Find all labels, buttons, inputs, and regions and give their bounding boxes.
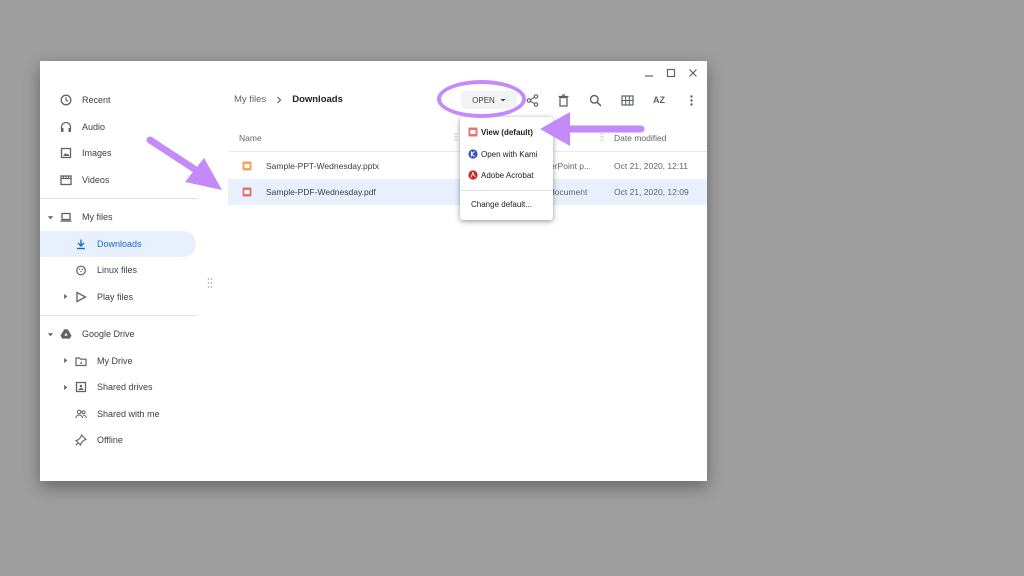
close-icon[interactable]	[685, 65, 701, 81]
chevron-right-icon[interactable]	[61, 383, 69, 391]
pin-icon	[75, 434, 87, 447]
people-icon	[75, 408, 87, 420]
sidebar-item-label: Shared drives	[97, 382, 153, 393]
file-type: erPoint p...	[550, 161, 592, 171]
column-resize-icon[interactable]	[600, 132, 604, 142]
maximize-icon[interactable]	[663, 65, 679, 81]
sidebar-item-offline[interactable]: Offline	[40, 427, 200, 454]
folder-drive-icon	[75, 355, 87, 367]
menu-item-open-with-kami[interactable]: Open with Kami	[460, 144, 553, 164]
more-vert-icon[interactable]	[684, 93, 698, 107]
menu-item-label: Change default...	[471, 199, 532, 209]
sidebar-item-label: Offline	[97, 435, 123, 446]
sidebar-item-shared-drives[interactable]: Shared drives	[40, 374, 200, 401]
chevron-down-icon[interactable]	[46, 330, 54, 338]
menu-item-change-default[interactable]: Change default...	[460, 194, 553, 214]
file-name: Sample-PPT-Wednesday.pptx	[266, 161, 380, 171]
slides-file-icon	[242, 161, 252, 171]
sidebar-resize-handle[interactable]	[207, 276, 213, 288]
sidebar-item-label: My files	[82, 212, 113, 223]
sidebar-item-videos[interactable]: Videos	[40, 167, 200, 194]
sidebar-item-audio[interactable]: Audio	[40, 114, 200, 141]
pdf-file-icon	[242, 187, 252, 197]
sidebar-item-images[interactable]: Images	[40, 140, 200, 167]
headphones-icon	[60, 121, 72, 133]
menu-item-label: Adobe Acrobat	[481, 170, 534, 180]
chevron-right-icon[interactable]	[61, 293, 69, 301]
chevron-right-icon[interactable]	[61, 357, 69, 365]
sidebar-item-label: Images	[82, 148, 112, 159]
video-icon	[60, 174, 72, 186]
sidebar-item-recent[interactable]: Recent	[40, 87, 200, 114]
column-header-name[interactable]: Name	[239, 133, 262, 143]
menu-item-adobe-acrobat[interactable]: Adobe Acrobat	[460, 165, 553, 185]
image-icon	[60, 147, 72, 159]
search-icon[interactable]	[588, 93, 602, 107]
chevron-down-icon[interactable]	[46, 213, 54, 221]
window-controls	[641, 65, 701, 81]
files-app-window: Recent Audio Images Videos My files Down…	[40, 61, 707, 481]
sidebar-divider	[40, 198, 198, 199]
open-with-menu: View (default) Open with Kami Adobe Acro…	[460, 117, 553, 220]
file-name: Sample-PDF-Wednesday.pdf	[266, 187, 376, 197]
share-icon[interactable]	[525, 93, 539, 107]
file-date: Oct 21, 2020, 12:11	[614, 161, 689, 171]
sort-az-icon[interactable]: AZ	[652, 93, 666, 107]
breadcrumb: My files Downloads	[234, 94, 343, 105]
menu-item-label: Open with Kami	[481, 149, 538, 159]
sidebar-item-label: Videos	[82, 174, 110, 185]
sidebar-item-my-files[interactable]: My files	[40, 204, 200, 231]
pdf-view-icon	[468, 127, 478, 137]
sidebar-item-shared-with-me[interactable]: Shared with me	[40, 401, 200, 428]
download-icon	[75, 238, 87, 250]
sidebar-item-label: Recent	[82, 95, 111, 106]
drive-icon	[60, 328, 72, 340]
column-header-date[interactable]: Date modified	[614, 133, 666, 143]
delete-icon[interactable]	[556, 93, 570, 107]
file-date: Oct 21, 2020, 12:09	[614, 187, 689, 197]
sidebar-divider	[40, 315, 198, 316]
sidebar-item-my-drive[interactable]: My Drive	[40, 348, 200, 375]
shared-drive-icon	[75, 381, 87, 393]
sidebar-item-downloads[interactable]: Downloads	[40, 230, 196, 257]
menu-item-label: View (default)	[481, 127, 533, 137]
sidebar-item-label: Google Drive	[82, 329, 135, 340]
sidebar-item-linux-files[interactable]: Linux files	[40, 257, 200, 284]
open-button-highlight-ring	[437, 80, 526, 118]
file-type: document	[550, 187, 588, 197]
clock-icon	[60, 94, 72, 106]
sidebar-item-label: Audio	[82, 121, 106, 132]
sidebar-item-label: Play files	[97, 291, 134, 302]
chevron-right-icon	[277, 96, 282, 103]
column-resize-icon[interactable]	[454, 132, 458, 142]
play-icon	[75, 291, 87, 303]
laptop-icon	[60, 211, 72, 223]
sidebar-item-label: My Drive	[97, 355, 133, 366]
sidebar-item-label: Downloads	[97, 238, 142, 249]
minimize-icon[interactable]	[641, 65, 657, 81]
sidebar-item-google-drive[interactable]: Google Drive	[40, 321, 200, 348]
sort-label: AZ	[653, 95, 665, 105]
acrobat-icon	[468, 170, 478, 180]
menu-divider	[460, 190, 553, 191]
penguin-icon	[75, 264, 87, 276]
breadcrumb-current: Downloads	[292, 94, 343, 105]
breadcrumb-my-files[interactable]: My files	[234, 94, 266, 105]
sidebar-item-label: Linux files	[97, 265, 138, 276]
menu-item-view-default[interactable]: View (default)	[460, 122, 553, 142]
sidebar: Recent Audio Images Videos My files Down…	[40, 87, 200, 454]
grid-view-icon[interactable]	[620, 93, 634, 107]
kami-icon	[468, 149, 478, 159]
sidebar-item-label: Shared with me	[97, 408, 160, 419]
sidebar-item-play-files[interactable]: Play files	[40, 284, 200, 311]
